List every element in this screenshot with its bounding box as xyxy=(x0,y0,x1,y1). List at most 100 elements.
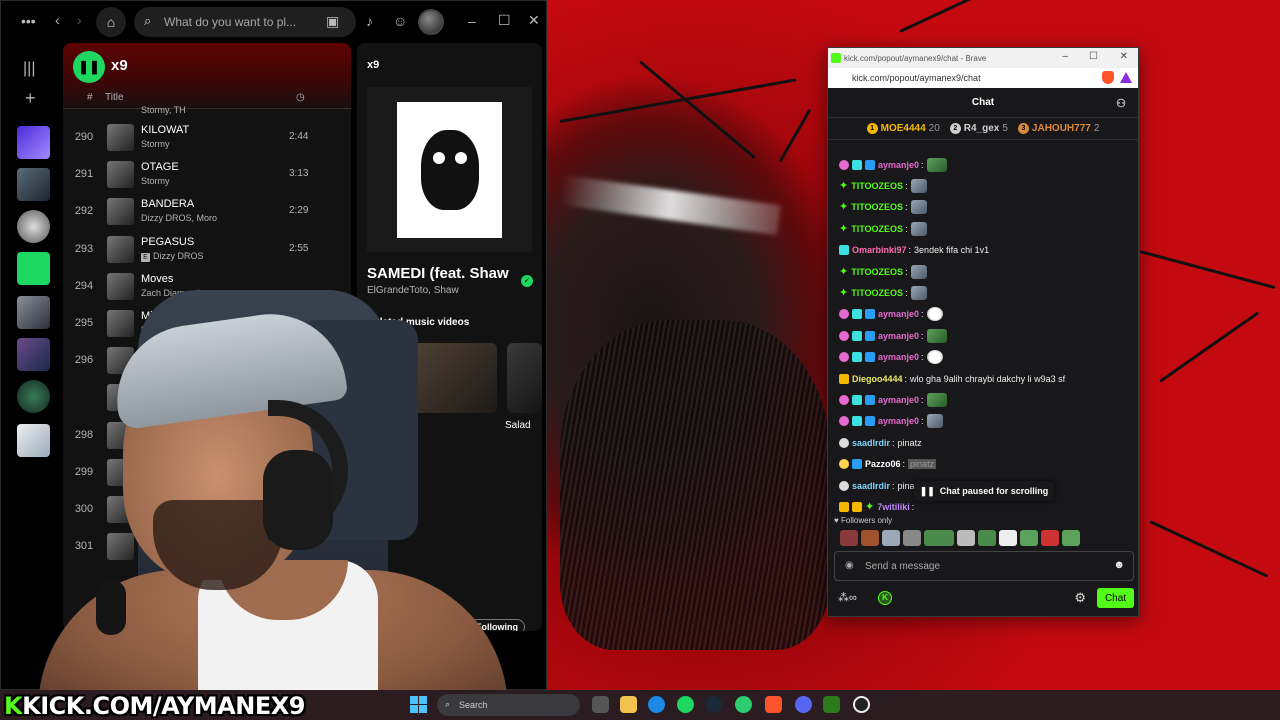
top-gifter[interactable]: 2 R4_gex 5 xyxy=(949,123,1008,134)
app-icon[interactable] xyxy=(823,696,840,713)
top-gifter[interactable]: 3 JAHOUH777 2 xyxy=(1017,123,1099,134)
chat-username[interactable]: TITOOZEOS xyxy=(851,224,903,234)
library-tile[interactable] xyxy=(17,168,50,201)
browse-icon[interactable]: ▣ xyxy=(326,13,339,30)
track-artist[interactable]: Dizzy DROS, Moro xyxy=(141,213,217,223)
spotify-icon[interactable] xyxy=(677,696,694,713)
track-title[interactable]: PEGASUS xyxy=(141,236,194,248)
steam-icon[interactable] xyxy=(705,696,722,713)
track-row[interactable]: 291 OTAGE Stormy 3:13 xyxy=(63,156,351,193)
chat-message[interactable]: Pazzo06: pinatz xyxy=(839,453,1138,474)
chat-username[interactable]: Pazzo06 xyxy=(865,459,901,469)
album-cover[interactable] xyxy=(367,87,532,252)
emote-icon[interactable] xyxy=(882,530,900,546)
chat-message[interactable]: aymanje0: xyxy=(839,325,1138,346)
emote-icon[interactable] xyxy=(978,530,996,546)
emote-icon[interactable] xyxy=(903,530,921,546)
artist-tile[interactable] xyxy=(17,210,50,243)
brave-icon[interactable] xyxy=(765,696,782,713)
chat-username[interactable]: Omarbinki97 xyxy=(852,245,907,255)
chat-username[interactable]: TITOOZEOS xyxy=(851,288,903,298)
track-title[interactable]: KILOWAT xyxy=(141,124,189,136)
chat-username[interactable]: TITOOZEOS xyxy=(851,202,903,212)
users-icon[interactable]: ⚇ xyxy=(1116,97,1126,110)
track-artist[interactable]: E Dizzy DROS xyxy=(141,251,204,262)
emote-icon[interactable] xyxy=(840,530,858,546)
obs-icon[interactable] xyxy=(853,696,870,713)
chat-message[interactable]: aymanje0: xyxy=(839,389,1138,410)
chat-message[interactable]: aymanje0: xyxy=(839,411,1138,432)
maximize-icon[interactable]: ☐ xyxy=(1089,51,1098,62)
chat-message[interactable]: saadIrdir: pinatz xyxy=(839,432,1138,453)
track-title[interactable]: BANDERA xyxy=(141,198,194,210)
chat-paused-notice[interactable]: ❚❚ Chat paused for scrolling xyxy=(914,481,1054,501)
brave-rewards-icon[interactable] xyxy=(1120,72,1132,83)
send-chat-button[interactable]: Chat xyxy=(1097,588,1134,608)
liked-songs-tile[interactable] xyxy=(17,126,50,159)
emote-icon[interactable] xyxy=(1020,530,1038,546)
emote-icon[interactable] xyxy=(1041,530,1059,546)
chat-username[interactable]: aymanje0 xyxy=(878,309,919,319)
chat-message[interactable]: ✦ TITOOZEOS: xyxy=(839,282,1138,303)
infinity-icon[interactable]: ⁂∞ xyxy=(838,591,857,604)
close-icon[interactable]: ✕ xyxy=(1120,51,1128,62)
chat-messages[interactable]: aymanje0: ✦ TITOOZEOS: ✦ TITOOZEOS: ✦ TITOOZEO… xyxy=(828,154,1138,512)
chat-message[interactable]: ✦ TITOOZEOS: xyxy=(839,197,1138,218)
chat-username[interactable]: aymanje0 xyxy=(878,416,919,426)
minimize-icon[interactable]: – xyxy=(468,13,476,29)
chat-username[interactable]: aymanje0 xyxy=(878,160,919,170)
close-icon[interactable]: ✕ xyxy=(528,12,540,29)
friends-icon[interactable]: ☺ xyxy=(393,13,407,29)
emote-icon[interactable] xyxy=(999,530,1017,546)
profile-avatar[interactable] xyxy=(418,9,444,35)
gear-icon[interactable]: ⚙ xyxy=(1074,590,1086,606)
chat-message[interactable]: Omarbinki97:3endek fifa chi 1v1 xyxy=(839,240,1138,261)
chat-message-input[interactable]: ◉ Send a message ☻ xyxy=(834,551,1134,581)
minimize-icon[interactable]: – xyxy=(1062,51,1068,62)
create-icon[interactable]: + xyxy=(25,88,36,109)
emote-icon[interactable] xyxy=(1062,530,1080,546)
chat-message[interactable]: ✦ TITOOZEOS: xyxy=(839,261,1138,282)
chat-username[interactable]: TITOOZEOS xyxy=(851,267,903,277)
task-view-icon[interactable] xyxy=(592,696,609,713)
chat-message[interactable]: ✦ TITOOZEOS: xyxy=(839,218,1138,239)
chat-message[interactable]: aymanje0: xyxy=(839,304,1138,325)
emoji-icon[interactable]: ☻ xyxy=(1113,559,1125,571)
brave-shields-icon[interactable] xyxy=(1102,71,1114,84)
chat-message[interactable]: Diegoo4444: wlo gha 9alih chraybi dakchy … xyxy=(839,368,1138,389)
bell-icon[interactable]: ♪ xyxy=(366,13,373,29)
windows-start-icon[interactable] xyxy=(410,696,427,713)
emote-icon[interactable] xyxy=(861,530,879,546)
home-button[interactable]: ⌂ xyxy=(96,7,126,37)
back-arrow-icon[interactable]: ‹ xyxy=(55,12,60,28)
file-explorer-icon[interactable] xyxy=(620,696,637,713)
track-title[interactable]: OTAGE xyxy=(141,161,179,173)
chat-username[interactable]: aymanje0 xyxy=(878,395,919,405)
chat-message[interactable]: aymanje0: xyxy=(839,154,1138,175)
address-bar[interactable]: kick.com/popout/aymanex9/chat xyxy=(828,68,1138,88)
kick-app-icon[interactable] xyxy=(735,696,752,713)
emote-icon[interactable] xyxy=(924,530,954,546)
track-artist[interactable]: Stormy xyxy=(141,176,170,186)
track-row[interactable]: 290 KILOWAT Stormy 2:44 xyxy=(63,119,351,156)
taskbar-search[interactable]: ⌕ Search xyxy=(437,694,580,716)
track-row[interactable]: 292 BANDERA Dizzy DROS, Moro 2:29 xyxy=(63,193,351,230)
kick-points-icon[interactable]: K xyxy=(878,591,892,605)
discord-icon[interactable] xyxy=(795,696,812,713)
pause-button[interactable]: ❚❚ xyxy=(73,51,105,83)
library-icon[interactable]: ||| xyxy=(23,60,35,78)
chat-username[interactable]: saadIrdir xyxy=(852,481,890,491)
maximize-icon[interactable]: ☐ xyxy=(498,12,511,29)
chat-username[interactable]: saadIrdir xyxy=(852,438,890,448)
edge-icon[interactable] xyxy=(648,696,665,713)
chat-message[interactable]: ✦ TITOOZEOS: xyxy=(839,175,1138,196)
more-icon[interactable]: ••• xyxy=(21,13,36,29)
chat-username[interactable]: aymanje0 xyxy=(878,331,919,341)
emote-icon[interactable] xyxy=(957,530,975,546)
chat-username[interactable]: 7witiliki xyxy=(877,502,910,512)
search-bar[interactable]: ⌕ What do you want to pl... xyxy=(134,7,356,37)
top-gifter[interactable]: 1 MOE4444 20 xyxy=(866,123,940,134)
forward-arrow-icon[interactable]: › xyxy=(77,12,82,28)
chat-message[interactable]: aymanje0: xyxy=(839,347,1138,368)
chat-username[interactable]: aymanje0 xyxy=(878,352,919,362)
